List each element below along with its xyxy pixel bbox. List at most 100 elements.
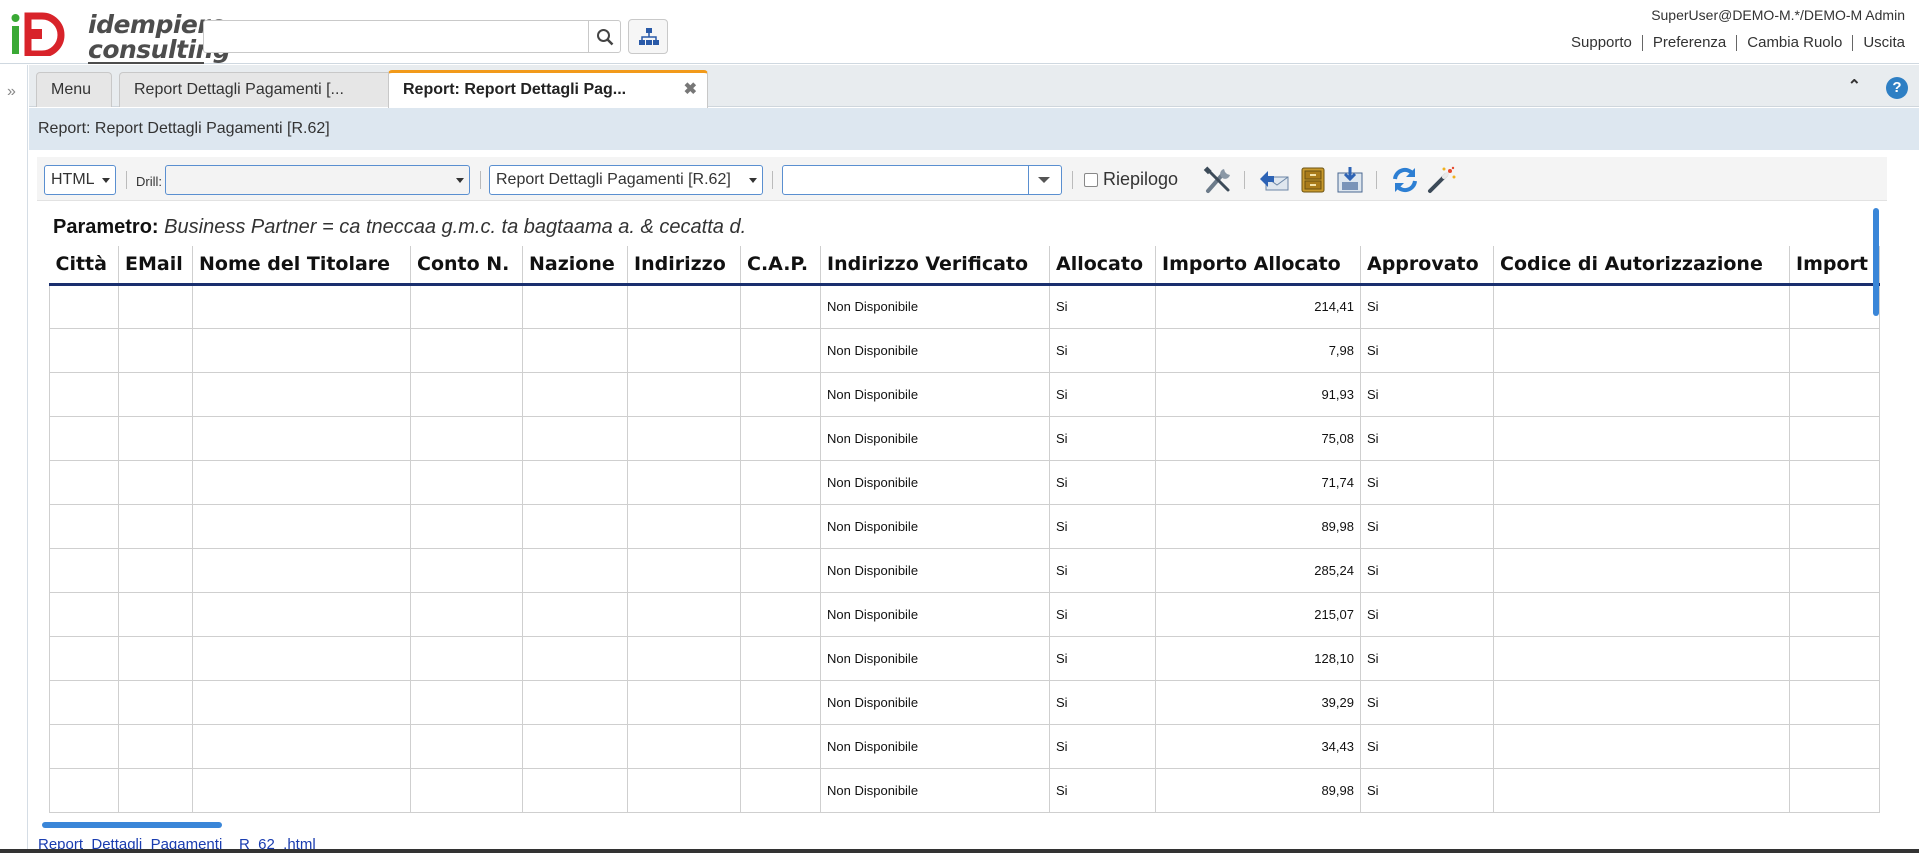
tab-report-parameters[interactable]: Report Dettagli Pagamenti [... ✖ (119, 72, 417, 107)
vertical-scrollbar[interactable] (1873, 208, 1879, 316)
export-icon[interactable] (1334, 165, 1366, 195)
customize-tools-icon[interactable] (1202, 165, 1234, 195)
print-format-select-value: Report Dettagli Pagamenti [R.62] (496, 171, 731, 188)
column-header[interactable]: Indirizzo (627, 246, 741, 286)
horizontal-scrollbar-track[interactable] (37, 822, 1887, 828)
table-row[interactable]: Non Disponibile Si 285,24 Si (49, 548, 1880, 593)
print-format-select[interactable]: Report Dettagli Pagamenti [R.62] (489, 165, 763, 195)
table-cell (1493, 592, 1790, 637)
table-cell: 215,07 (1155, 592, 1361, 637)
table-cell: Non Disponibile (820, 680, 1050, 725)
table-row[interactable]: Non Disponibile Si 214,41 Si (49, 284, 1880, 329)
column-header[interactable]: Codice di Autorizzazione (1493, 246, 1790, 286)
close-icon[interactable]: ✖ (684, 73, 697, 107)
report-parameter: Parametro: Business Partner = ca tneccaa… (53, 216, 746, 239)
horizontal-scrollbar[interactable] (42, 822, 222, 828)
table-row[interactable]: Non Disponibile Si 89,98 Si (49, 768, 1880, 813)
table-cell: Non Disponibile (820, 724, 1050, 769)
logout-link[interactable]: Uscita (1853, 35, 1907, 51)
table-cell (410, 680, 523, 725)
table-cell (522, 460, 628, 505)
table-row[interactable]: Non Disponibile Si 39,29 Si (49, 680, 1880, 725)
format-select[interactable]: HTML (44, 165, 116, 195)
table-cell (1789, 636, 1880, 681)
table-cell (410, 328, 523, 373)
table-cell (1493, 680, 1790, 725)
table-cell: 7,98 (1155, 328, 1361, 373)
column-header[interactable]: EMail (118, 246, 193, 286)
search-button[interactable] (588, 20, 621, 53)
table-cell (1789, 460, 1880, 505)
table-cell (49, 768, 119, 813)
column-header[interactable]: Import (1789, 246, 1880, 286)
table-cell: Si (1049, 768, 1156, 813)
menu-tree-button[interactable] (628, 19, 668, 54)
toolbar-divider (1072, 171, 1073, 189)
column-header[interactable]: Nazione (522, 246, 628, 286)
checkbox-box[interactable] (1084, 172, 1098, 187)
table-row[interactable]: Non Disponibile Si 7,98 Si (49, 328, 1880, 373)
column-header[interactable]: Indirizzo Verificato (820, 246, 1050, 286)
column-header[interactable]: C.A.P. (740, 246, 821, 286)
column-header[interactable]: Conto N. (410, 246, 523, 286)
table-row[interactable]: Non Disponibile Si 75,08 Si (49, 416, 1880, 461)
collapse-up-icon[interactable]: ⌃ (1848, 76, 1861, 96)
table-row[interactable]: Non Disponibile Si 128,10 Si (49, 636, 1880, 681)
tab-report-viewer[interactable]: Report: Report Dettagli Pag... ✖ (388, 70, 708, 108)
column-header[interactable]: Nome del Titolare (192, 246, 411, 286)
table-cell (1789, 372, 1880, 417)
user-info[interactable]: SuperUser@DEMO-M.*/DEMO-M Admin (1651, 7, 1905, 23)
table-cell: Non Disponibile (820, 372, 1050, 417)
tab-bar: Menu Report Dettagli Pagamenti [... ✖ Re… (29, 65, 1919, 108)
table-cell: 285,24 (1155, 548, 1361, 593)
logo-underline (88, 62, 204, 64)
table-cell: 71,74 (1155, 460, 1361, 505)
support-link[interactable]: Supporto (1561, 35, 1643, 51)
drill-select[interactable] (165, 165, 470, 195)
table-header-row: Città EMail Nome del Titolare Conto N. N… (49, 246, 1880, 286)
change-role-link[interactable]: Cambia Ruolo (1737, 35, 1854, 51)
table-cell (1493, 328, 1790, 373)
table-cell: Si (1360, 504, 1494, 549)
logo[interactable]: idempiere consulting (8, 8, 231, 64)
tab-menu[interactable]: Menu (36, 72, 112, 107)
refresh-icon[interactable] (1389, 165, 1421, 195)
column-header[interactable]: Importo Allocato (1155, 246, 1361, 286)
view-select[interactable] (782, 165, 1062, 195)
table-cell (410, 416, 523, 461)
table-row[interactable]: Non Disponibile Si 91,93 Si (49, 372, 1880, 417)
send-mail-icon[interactable] (1258, 165, 1290, 195)
table-row[interactable]: Non Disponibile Si 89,98 Si (49, 504, 1880, 549)
table-row[interactable]: Non Disponibile Si 71,74 Si (49, 460, 1880, 505)
report-table: Città EMail Nome del Titolare Conto N. N… (49, 246, 1880, 813)
sitemap-icon (639, 28, 659, 45)
table-cell (1789, 284, 1880, 329)
global-search-input[interactable] (203, 20, 588, 53)
table-cell (1789, 768, 1880, 813)
preferences-link[interactable]: Preferenza (1643, 35, 1738, 51)
view-select-button[interactable] (1028, 166, 1061, 194)
table-cell: Si (1049, 636, 1156, 681)
column-header[interactable]: Città (49, 246, 119, 286)
table-cell (627, 416, 741, 461)
column-header[interactable]: Approvato (1360, 246, 1494, 286)
column-header[interactable]: Allocato (1049, 246, 1156, 286)
table-cell (522, 284, 628, 329)
wizard-icon[interactable] (1426, 165, 1458, 195)
table-row[interactable]: Non Disponibile Si 215,07 Si (49, 592, 1880, 637)
table-cell: 89,98 (1155, 504, 1361, 549)
table-row[interactable]: Non Disponibile Si 34,43 Si (49, 724, 1880, 769)
table-cell (49, 328, 119, 373)
tab-report-parameters-label: Report Dettagli Pagamenti [... (134, 81, 344, 98)
help-icon[interactable]: ? (1886, 77, 1908, 99)
archive-icon[interactable] (1297, 165, 1329, 195)
table-cell: Si (1049, 284, 1156, 329)
summary-checkbox[interactable]: Riepilogo (1084, 169, 1178, 190)
table-cell: Si (1360, 372, 1494, 417)
table-cell (522, 548, 628, 593)
table-cell (192, 328, 411, 373)
expand-panel-icon[interactable]: » (7, 83, 16, 101)
table-cell: Non Disponibile (820, 328, 1050, 373)
table-cell (49, 724, 119, 769)
toolbar-divider (126, 171, 127, 189)
